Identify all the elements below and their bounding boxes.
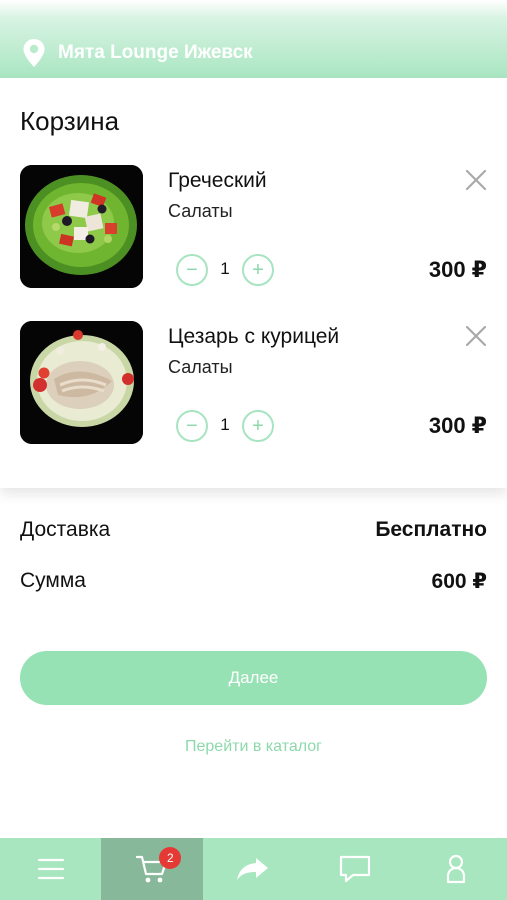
header: Мята Lounge Ижевск bbox=[0, 0, 507, 78]
total-label: Сумма bbox=[20, 569, 86, 592]
increase-quantity-button[interactable]: + bbox=[242, 410, 274, 442]
location-selector[interactable]: Мята Lounge Ижевск bbox=[22, 36, 253, 70]
cart-badge: 2 bbox=[159, 847, 182, 869]
menu-icon bbox=[37, 858, 64, 880]
delivery-value: Бесплатно bbox=[375, 518, 487, 541]
remove-item-icon[interactable] bbox=[465, 169, 487, 191]
next-button[interactable]: Далее bbox=[20, 651, 487, 705]
plus-icon: + bbox=[252, 415, 264, 437]
tab-bar: 2 bbox=[0, 838, 507, 900]
plus-icon: + bbox=[252, 259, 264, 281]
quantity-value: 1 bbox=[220, 259, 230, 278]
go-to-catalog-link[interactable]: Перейти в каталог bbox=[0, 738, 507, 756]
delivery-label: Доставка bbox=[20, 518, 111, 541]
item-name: Цезарь с курицей bbox=[168, 325, 340, 348]
chat-icon bbox=[339, 855, 370, 883]
item-category: Салаты bbox=[168, 201, 233, 221]
page-title: Корзина bbox=[20, 106, 120, 136]
caesar-salad-photo bbox=[20, 321, 143, 444]
item-name: Греческий bbox=[168, 169, 267, 192]
increase-quantity-button[interactable]: + bbox=[242, 254, 274, 286]
location-pin-icon bbox=[23, 39, 45, 67]
item-price: 300 ₽ bbox=[428, 257, 487, 282]
cart-item: Греческий Салаты − 1 + 300 ₽ bbox=[0, 165, 507, 290]
share-icon bbox=[237, 858, 269, 880]
total-row: Сумма 600 ₽ bbox=[20, 569, 487, 594]
delivery-row: Доставка Бесплатно bbox=[20, 518, 487, 542]
tab-share[interactable] bbox=[203, 838, 304, 900]
minus-icon: − bbox=[186, 259, 198, 281]
tab-menu[interactable] bbox=[0, 838, 101, 900]
tab-cart[interactable]: 2 bbox=[101, 838, 203, 900]
greek-salad-photo bbox=[20, 165, 143, 288]
profile-icon bbox=[447, 854, 466, 884]
item-category: Салаты bbox=[168, 357, 233, 377]
item-price: 300 ₽ bbox=[428, 413, 487, 438]
decrease-quantity-button[interactable]: − bbox=[176, 410, 208, 442]
tab-profile[interactable] bbox=[406, 838, 507, 900]
remove-item-icon[interactable] bbox=[465, 325, 487, 347]
cart-item: Цезарь с курицей Салаты − 1 + 300 ₽ bbox=[0, 321, 507, 446]
total-value: 600 ₽ bbox=[431, 570, 487, 593]
cart-panel: Корзина Греческий Салаты − 1 + 300 ₽ Цез… bbox=[0, 78, 507, 488]
status-bar bbox=[0, 0, 507, 22]
minus-icon: − bbox=[186, 415, 198, 437]
tab-chat[interactable] bbox=[304, 838, 405, 900]
quantity-value: 1 bbox=[220, 415, 230, 434]
decrease-quantity-button[interactable]: − bbox=[176, 254, 208, 286]
location-title: Мята Lounge Ижевск bbox=[58, 42, 253, 63]
